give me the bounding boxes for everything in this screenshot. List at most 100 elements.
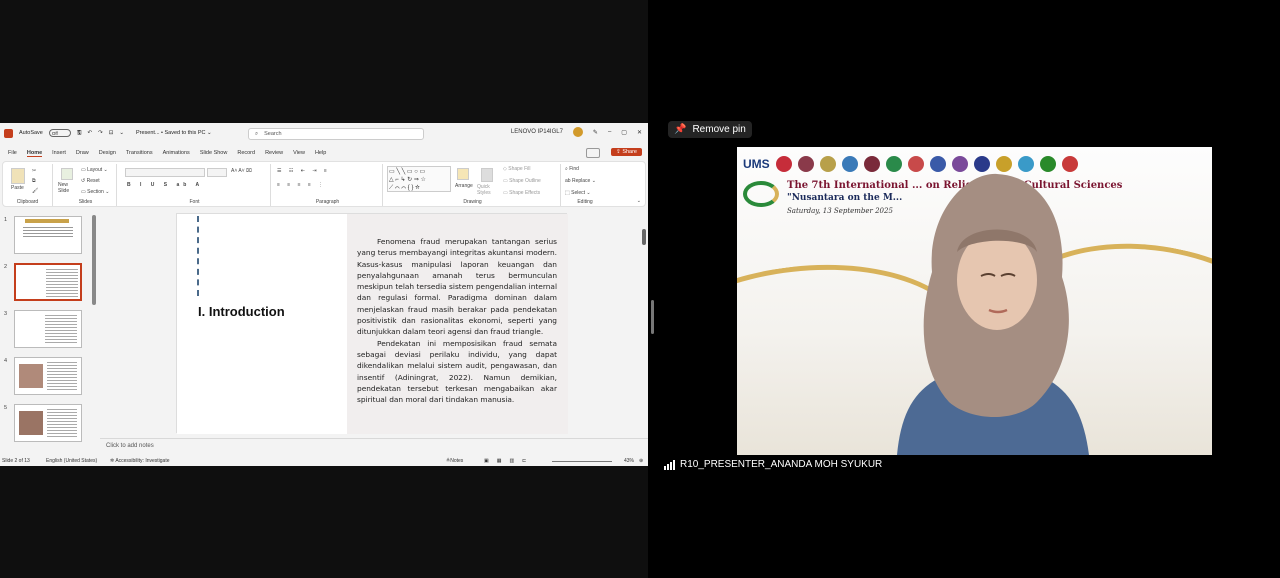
menu-view[interactable]: View — [293, 150, 305, 156]
editor-scrollbar[interactable] — [642, 229, 646, 245]
status-bar: Slide 2 of 13 English (United States) ✲ … — [0, 456, 648, 466]
layout-button[interactable]: ▭ Layout ⌄ — [81, 167, 108, 173]
font-group: A˄ A˅ ⌧ B I U S ab A Font — [119, 164, 271, 206]
cut-icon[interactable]: ✂ — [32, 168, 36, 174]
autosave-label: AutoSave — [19, 130, 43, 136]
menu-help[interactable]: Help — [315, 150, 326, 156]
thumb-number: 2 — [4, 264, 8, 270]
slideshow-from-start-icon[interactable]: ⊡ — [109, 130, 114, 136]
slide-paragraph-2: Pendekatan ini memposisikan fraud semata… — [357, 338, 557, 405]
menu-insert[interactable]: Insert — [52, 150, 66, 156]
language-status[interactable]: English (United States) — [46, 458, 97, 464]
list-icons[interactable]: ☰ ☷ ⇤ ⇥ ≡ — [277, 168, 330, 174]
pin-icon: 📌 — [674, 124, 687, 135]
shape-effects-button[interactable]: ▭ Shape Effects — [503, 190, 540, 196]
autosave-toggle[interactable]: Off — [48, 129, 71, 137]
avatar[interactable] — [572, 127, 583, 137]
slide-thumbnail-5[interactable] — [14, 404, 82, 442]
menu-design[interactable]: Design — [99, 150, 116, 156]
menu-draw[interactable]: Draw — [76, 150, 89, 156]
customize-toolbar-icon[interactable]: ⌄ — [119, 130, 124, 136]
quick-styles-label[interactable]: Quick Styles — [477, 184, 495, 196]
format-painter-icon[interactable]: 🖌 — [32, 188, 38, 194]
menu-transitions[interactable]: Transitions — [126, 150, 153, 156]
logo — [1017, 156, 1034, 172]
accessibility-status[interactable]: ✲ Accessibility: Investigate — [110, 458, 170, 464]
slide-thumbnail-2[interactable] — [14, 263, 82, 301]
shapes-gallery[interactable]: ▭ ╲ ╲ ▭ ○ ▭ △ ⌐ ↳ ↻ ⇒ ☆ ⟋ ⌒ ⌒ { } ☆ — [387, 166, 451, 192]
paste-label[interactable]: Paste — [11, 185, 24, 191]
logo — [973, 156, 990, 172]
quick-styles-icon[interactable] — [481, 168, 493, 182]
minimize-icon[interactable]: – — [608, 129, 611, 135]
menu-slide-show[interactable]: Slide Show — [200, 150, 228, 156]
slide-thumbnail-3[interactable] — [14, 310, 82, 348]
powerpoint-icon — [4, 128, 13, 138]
new-slide-label[interactable]: New Slide — [58, 182, 74, 194]
comments-button[interactable] — [586, 148, 600, 158]
paste-icon[interactable] — [11, 168, 25, 184]
replace-button[interactable]: ab Replace ⌄ — [565, 178, 596, 184]
reset-label: Reset — [86, 178, 100, 184]
panel-splitter[interactable] — [651, 300, 654, 334]
notes-divider — [100, 438, 648, 439]
slide-body-text[interactable]: Fenomena fraud merupakan tantangan seriu… — [357, 236, 557, 405]
thumb-text — [47, 409, 77, 437]
close-icon[interactable]: ✕ — [637, 129, 642, 136]
slide-canvas[interactable]: I. Introduction Fenomena fraud merupakan… — [176, 213, 568, 434]
section-button[interactable]: ▭ Section ⌄ — [81, 189, 109, 195]
notes-placeholder[interactable]: Click to add notes — [106, 443, 154, 449]
view-buttons[interactable]: ▣▦▥⊏ — [484, 458, 534, 464]
save-icon[interactable]: 🖫 — [77, 129, 82, 138]
slide-thumbnail-4[interactable] — [14, 357, 82, 395]
shape-fill-button[interactable]: ◇ Shape Fill — [503, 166, 530, 172]
thumbnails-scrollbar[interactable] — [92, 215, 96, 305]
redo-icon[interactable]: ↷ — [98, 130, 103, 136]
shape-outline-button[interactable]: ▭ Shape Outline — [503, 178, 541, 184]
notes-button[interactable]: ≜Notes — [446, 458, 463, 464]
reset-button[interactable]: ↺ Reset — [81, 178, 100, 184]
shared-screen: AutoSave Off 🖫 ↶ ↷ ⊡ ⌄ Present... • Save… — [0, 0, 648, 578]
collapse-ribbon-icon[interactable]: ⌄ — [637, 198, 641, 204]
copy-icon[interactable]: ⧉ — [32, 178, 36, 184]
select-button[interactable]: ⬚ Select ⌄ — [565, 190, 591, 196]
clipboard-group: Paste ✂ ⧉ 🖌 Clipboard — [3, 164, 53, 206]
increase-font-icon[interactable]: A˄ A˅ ⌧ — [231, 168, 252, 174]
font-size-select[interactable] — [207, 168, 227, 177]
find-label: Find — [569, 166, 579, 172]
menu-animations[interactable]: Animations — [163, 150, 190, 156]
remove-pin-button[interactable]: 📌 Remove pin — [668, 121, 752, 138]
search-icon: ⌕ — [255, 130, 259, 137]
undo-icon[interactable]: ↶ — [88, 130, 93, 136]
slide-thumbnail-1[interactable] — [14, 216, 82, 254]
paragraph-group: ☰ ☷ ⇤ ⇥ ≡ ≡ ≡ ≡ ≡ ⋮ Paragraph — [273, 164, 383, 206]
menu-review[interactable]: Review — [265, 150, 283, 156]
find-button[interactable]: ⌕ Find — [565, 166, 579, 172]
arrange-label[interactable]: Arrange — [455, 183, 473, 189]
menu-file[interactable]: File — [8, 150, 17, 156]
document-title[interactable]: Present... • Saved to this PC ⌄ — [136, 130, 212, 136]
logo — [929, 156, 946, 172]
align-icons[interactable]: ≡ ≡ ≡ ≡ ⋮ — [277, 182, 326, 188]
slides-group: New Slide ▭ Layout ⌄ ↺ Reset ▭ Section ⌄… — [55, 164, 117, 206]
new-slide-icon[interactable] — [61, 168, 73, 180]
zoom-slider[interactable] — [552, 461, 612, 462]
font-family-select[interactable] — [125, 168, 205, 177]
title-bar-right: LENOVO IP14IGL7 ✎ – ▢ ✕ — [511, 127, 642, 137]
font-format-icons[interactable]: B I U S ab A — [127, 182, 203, 188]
share-button[interactable]: ⇪ Share — [611, 148, 642, 156]
slide-count: Slide 2 of 13 — [2, 458, 30, 464]
menu-record[interactable]: Record — [237, 150, 255, 156]
arrange-icon[interactable] — [457, 168, 469, 180]
fit-slide-icon[interactable]: ⊕ — [639, 458, 643, 464]
logo — [951, 156, 968, 172]
logo — [885, 156, 902, 172]
menu-home[interactable]: Home — [26, 150, 43, 157]
pen-icon[interactable]: ✎ — [593, 129, 598, 136]
search-input[interactable]: ⌕ Search — [248, 128, 424, 140]
logo — [1061, 156, 1078, 172]
shape-effects-label: Shape Effects — [509, 190, 541, 196]
maximize-icon[interactable]: ▢ — [621, 129, 627, 136]
slide-title[interactable]: I. Introduction — [198, 304, 285, 319]
zoom-level[interactable]: 43% — [624, 458, 634, 464]
